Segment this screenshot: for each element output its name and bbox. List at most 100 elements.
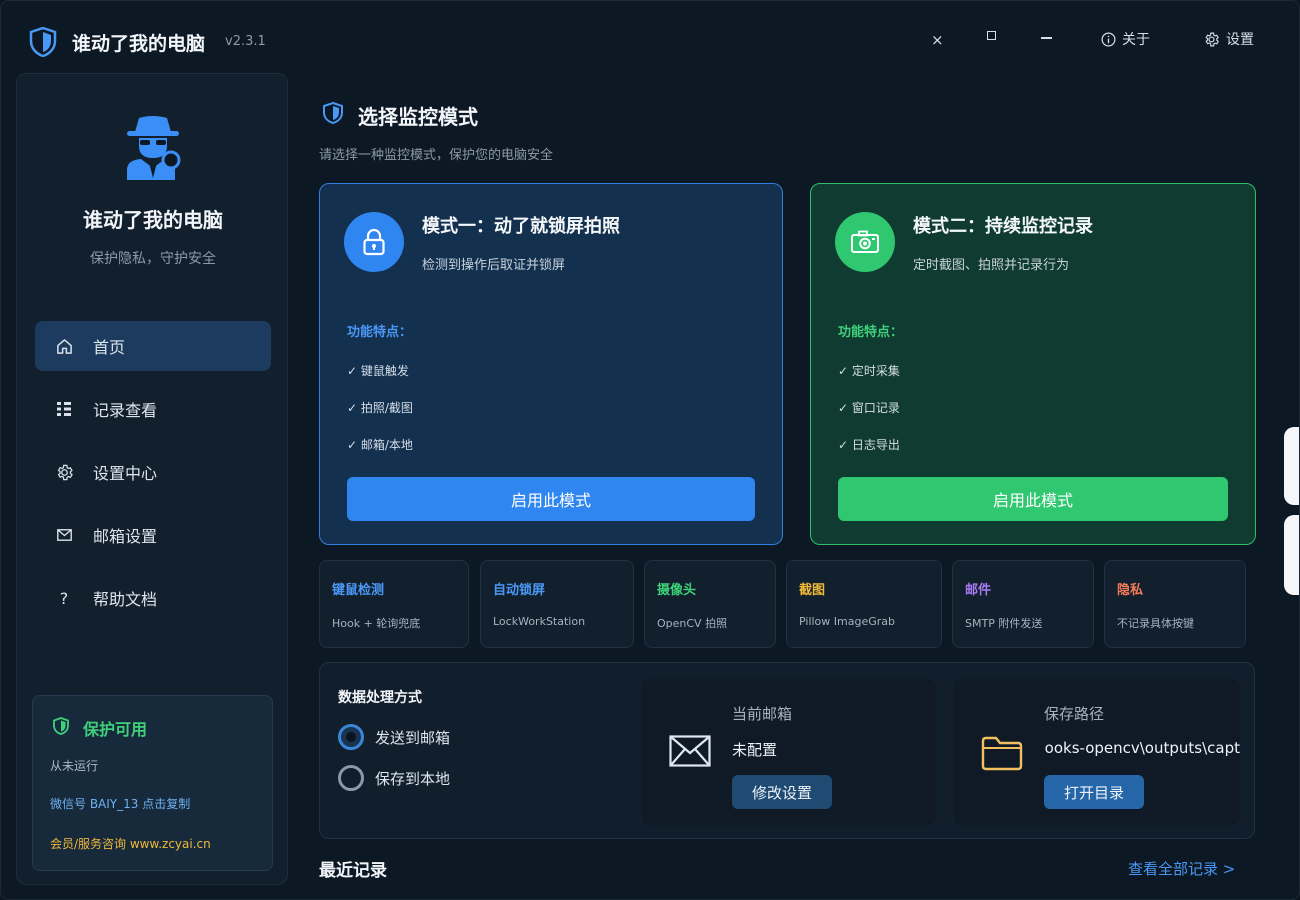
app-title: 谁动了我的电脑	[72, 33, 206, 55]
save-path-label: 保存路径	[1044, 705, 1105, 723]
feature-item: ✓ 键鼠触发	[347, 364, 409, 378]
minimize-icon	[1041, 37, 1052, 39]
view-all-records-link[interactable]: 查看全部记录 >	[1128, 858, 1235, 879]
tag-name: 邮件	[965, 583, 992, 598]
close-button[interactable]: ×	[931, 31, 944, 49]
feature-item: ✓ 日志导出	[838, 438, 900, 452]
lock-icon	[363, 228, 385, 256]
list-icon	[35, 401, 93, 417]
tag-desc: LockWorkStation	[493, 615, 586, 628]
floating-side-tab[interactable]	[1284, 515, 1299, 595]
enable-mode1-button[interactable]: 启用此模式	[347, 477, 755, 521]
tag-desc: OpenCV 拍照	[657, 617, 728, 630]
tag-card-camera: 摄像头 OpenCV 拍照	[644, 560, 776, 648]
tag-name: 键鼠检测	[332, 583, 385, 598]
sidebar-title: 谁动了我的电脑	[83, 208, 223, 232]
info-icon	[1101, 32, 1116, 46]
mode-icon-circle	[344, 212, 404, 272]
sidebar-item-label: 邮箱设置	[93, 527, 158, 546]
about-button[interactable]: 关于	[1101, 29, 1150, 49]
mode-card-continuous-monitor[interactable]: 模式二：持续监控记录 定时截图、拍照并记录行为 功能特点： ✓ 定时采集 ✓ 窗…	[810, 183, 1256, 545]
home-icon	[35, 338, 93, 355]
mode-description: 检测到操作后取证并锁屏	[422, 258, 566, 273]
email-value: 未配置	[732, 741, 778, 759]
sidebar-item-records[interactable]: 记录查看	[35, 384, 271, 434]
sidebar-item-label: 记录查看	[93, 401, 158, 420]
radio-selected-icon	[338, 724, 364, 750]
protection-status-panel: 保护可用 从未运行 微信号 BAIY_13 点击复制 会员/服务咨询 www.z…	[32, 695, 273, 871]
tag-card-privacy: 隐私 不记录具体按键	[1104, 560, 1246, 648]
gear-icon	[1205, 32, 1219, 46]
modify-email-button[interactable]: 修改设置	[732, 775, 832, 809]
folder-icon	[981, 736, 1023, 771]
data-handling-panel: 数据处理方式 发送到邮箱 保存到本地 当前邮箱 未配置 修改设置 保存路径 ho…	[319, 662, 1255, 839]
shield-logo-icon	[29, 27, 57, 57]
shield-icon	[53, 717, 69, 735]
radio-label: 保存到本地	[375, 769, 451, 788]
sidebar-subtitle: 保护隐私，守护安全	[90, 251, 216, 267]
enable-mode2-button[interactable]: 启用此模式	[838, 477, 1228, 521]
maximize-button[interactable]	[987, 31, 996, 40]
tag-desc: Pillow ImageGrab	[799, 615, 896, 628]
minimize-button[interactable]	[1041, 27, 1052, 39]
sidebar-item-label: 首页	[93, 338, 126, 357]
tag-name: 摄像头	[657, 583, 697, 598]
tag-name: 截图	[799, 583, 826, 598]
radio-send-email[interactable]: 发送到邮箱	[338, 724, 450, 750]
tag-name: 隐私	[1117, 583, 1144, 598]
mode-icon-circle	[835, 212, 895, 272]
mode-card-lock-photo[interactable]: 模式一：动了就锁屏拍照 检测到操作后取证并锁屏 功能特点： ✓ 键鼠触发 ✓ 拍…	[319, 183, 783, 545]
sidebar-item-help[interactable]: ? 帮助文档	[35, 573, 271, 623]
radio-label: 发送到邮箱	[375, 728, 451, 747]
features-label: 功能特点：	[838, 325, 904, 340]
page-subtitle: 请选择一种监控模式，保护您的电脑安全	[319, 148, 554, 163]
mode-title: 模式二：持续监控记录	[913, 216, 1093, 237]
recent-records-title: 最近记录	[319, 861, 387, 881]
settings-button[interactable]: 设置	[1203, 29, 1254, 49]
feature-item: ✓ 窗口记录	[838, 401, 900, 415]
sidebar-item-label: 设置中心	[93, 464, 158, 483]
service-link[interactable]: 会员/服务咨询 www.zcyai.cn	[50, 835, 211, 852]
sidebar-item-email[interactable]: 邮箱设置	[35, 510, 271, 560]
mode-title: 模式一：动了就锁屏拍照	[422, 216, 620, 237]
close-icon: ×	[931, 31, 944, 49]
spy-agent-icon	[127, 116, 181, 180]
feature-item: ✓ 拍照/截图	[347, 401, 413, 415]
envelope-icon	[669, 735, 711, 767]
email-label: 当前邮箱	[732, 705, 793, 723]
floating-side-tab[interactable]	[1284, 427, 1299, 505]
data-handling-title: 数据处理方式	[338, 690, 422, 706]
tag-desc: Hook + 轮询兜底	[332, 617, 421, 630]
tag-desc: 不记录具体按键	[1117, 617, 1194, 630]
feature-item: ✓ 邮箱/本地	[347, 438, 413, 452]
camera-icon	[851, 230, 879, 253]
protection-status-title: 保护可用	[83, 720, 148, 739]
radio-unselected-icon	[338, 765, 364, 791]
tag-card-input-detection: 键鼠检测 Hook + 轮询兜底	[319, 560, 469, 648]
radio-save-local[interactable]: 保存到本地	[338, 765, 450, 791]
app-window: 谁动了我的电脑 v2.3.1 × 关于 设置 谁动了我的电脑 保护隐私，守护安全	[0, 0, 1300, 900]
sidebar-item-label: 帮助文档	[93, 590, 158, 609]
current-email-panel: 当前邮箱 未配置 修改设置	[642, 679, 936, 825]
maximize-icon	[987, 31, 996, 40]
shield-icon	[323, 102, 343, 124]
about-label: 关于	[1122, 32, 1150, 48]
app-version: v2.3.1	[225, 34, 266, 49]
sidebar-item-settings[interactable]: 设置中心	[35, 447, 271, 497]
mode-description: 定时截图、拍照并记录行为	[913, 258, 1070, 273]
run-status-text: 从未运行	[50, 759, 99, 773]
tag-card-email: 邮件 SMTP 附件发送	[952, 560, 1094, 648]
tag-name: 自动锁屏	[493, 583, 546, 598]
open-folder-button[interactable]: 打开目录	[1044, 775, 1144, 809]
save-path-value: hooks-opencv\outputs\capt	[1044, 739, 1240, 757]
title-bar: 谁动了我的电脑 v2.3.1 × 关于 设置	[1, 1, 1299, 73]
help-icon: ?	[59, 588, 69, 608]
settings-label: 设置	[1226, 32, 1254, 48]
page-title: 选择监控模式	[358, 105, 478, 129]
wechat-copy-link[interactable]: 微信号 BAIY_13 点击复制	[50, 795, 190, 812]
sidebar-item-home[interactable]: 首页	[35, 321, 271, 371]
tag-desc: SMTP 附件发送	[965, 617, 1043, 630]
features-label: 功能特点：	[347, 325, 413, 340]
mail-icon	[35, 529, 93, 541]
sidebar: 谁动了我的电脑 保护隐私，守护安全 首页 记录查看 设置中心 邮箱设置 ? 帮助…	[16, 73, 288, 885]
